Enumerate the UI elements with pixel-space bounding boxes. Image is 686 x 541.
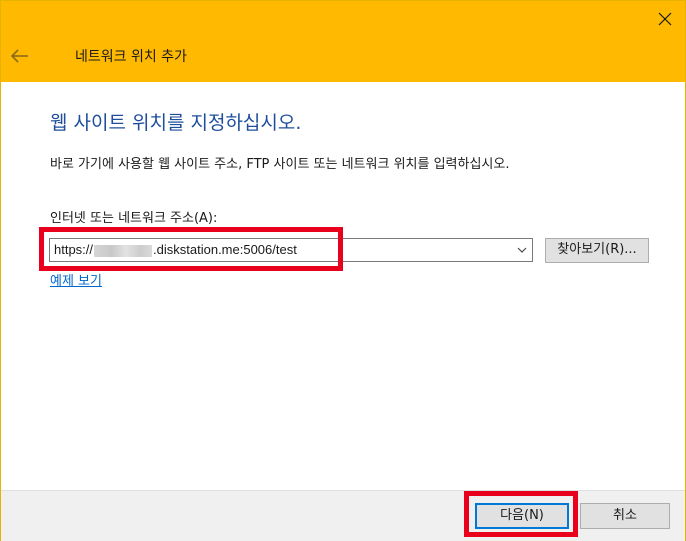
next-button[interactable]: 다음(N) [475,503,569,529]
window-title: 네트워크 위치 추가 [75,49,187,65]
arrow-left-icon [10,49,28,63]
instruction-text: 바로 가기에 사용할 웹 사이트 주소, FTP 사이트 또는 네트워크 위치를… [50,157,510,172]
title-bar: 네트워크 위치 추가 [1,1,685,82]
page-heading: 웹 사이트 위치를 지정하십시오. [50,112,302,134]
cancel-button[interactable]: 취소 [580,503,670,529]
chevron-down-icon [517,247,527,253]
address-prefix: https:// [54,242,94,257]
back-button[interactable] [9,47,31,65]
address-combobox[interactable]: https:// .diskstation.me:5006/test [49,238,533,262]
close-button[interactable] [653,7,677,31]
redacted-hostname [94,244,153,257]
dropdown-button[interactable] [514,242,530,258]
close-icon [658,12,672,26]
address-suffix: .diskstation.me:5006/test [153,242,297,257]
view-examples-link[interactable]: 예제 보기 [50,273,102,291]
browse-button[interactable]: 찾아보기(R)... [545,238,649,263]
address-field-label: 인터넷 또는 네트워크 주소(A): [50,211,218,226]
address-input-value[interactable]: https:// .diskstation.me:5006/test [54,242,297,258]
add-network-location-dialog: 네트워크 위치 추가 웹 사이트 위치를 지정하십시오. 바로 가기에 사용할 … [0,0,686,541]
